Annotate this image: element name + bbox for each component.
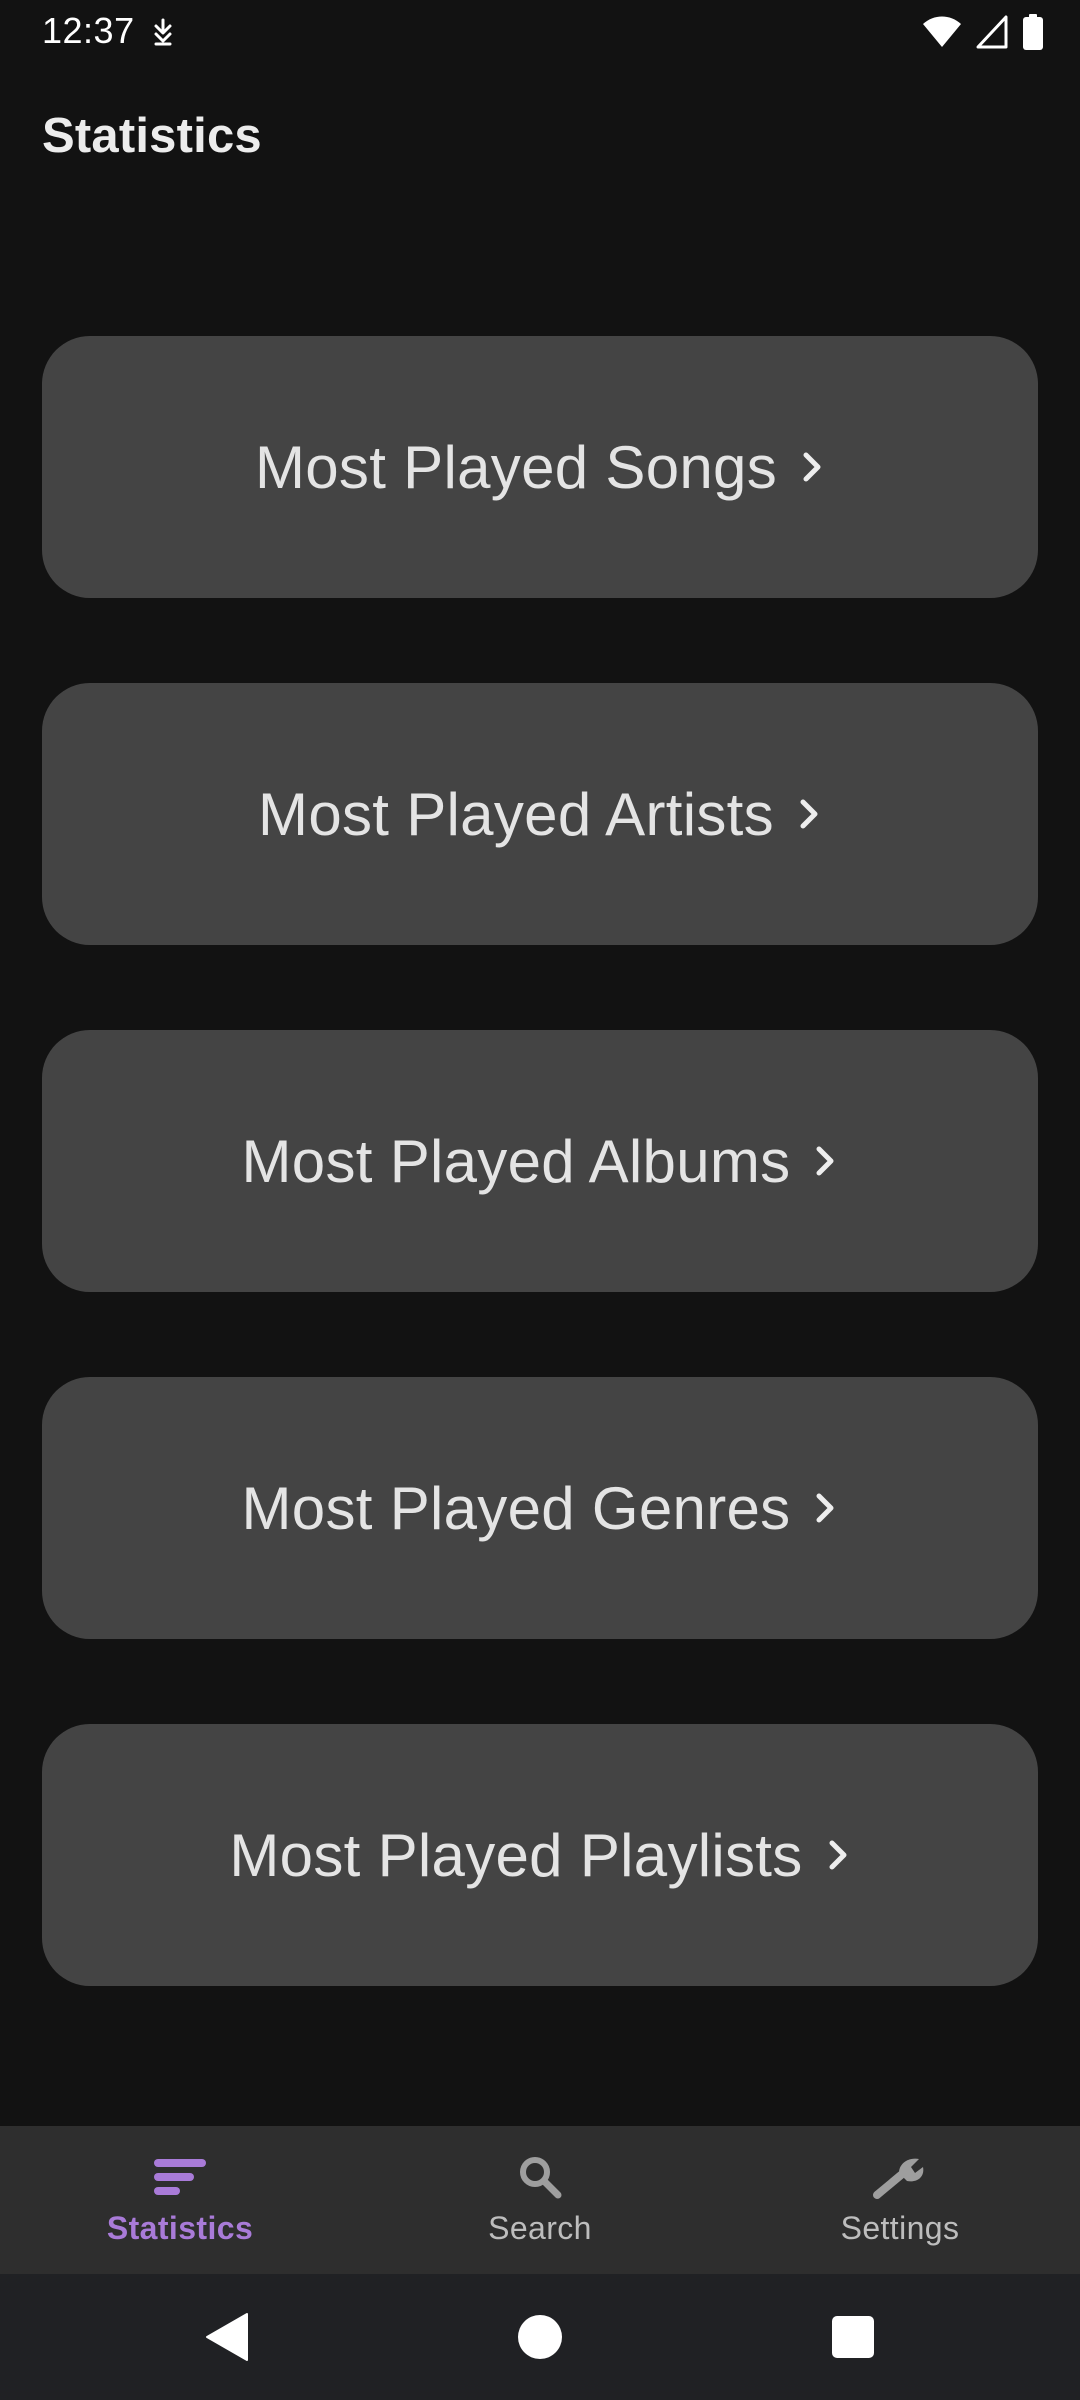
battery-icon — [1023, 14, 1043, 50]
app-screen: 12:37 Statistics Most Played Songs Most … — [0, 0, 1080, 2400]
home-icon[interactable] — [515, 2312, 565, 2362]
chevron-right-icon — [800, 799, 818, 829]
most-played-songs-button[interactable]: Most Played Songs — [42, 336, 1038, 598]
wifi-icon — [923, 16, 961, 47]
most-played-albums-button[interactable]: Most Played Albums — [42, 1030, 1038, 1292]
most-played-genres-button[interactable]: Most Played Genres — [42, 1377, 1038, 1639]
chevron-right-icon — [816, 1493, 834, 1523]
bottom-navigation: Statistics Search Settings — [0, 2126, 1080, 2274]
most-played-playlists-button[interactable]: Most Played Playlists — [42, 1724, 1038, 1986]
card-label: Most Played Genres — [241, 1474, 791, 1542]
sort-lines-icon — [150, 2152, 210, 2202]
back-icon[interactable] — [203, 2312, 253, 2362]
system-navigation-bar — [0, 2274, 1080, 2400]
wrench-icon — [870, 2152, 930, 2202]
card-label: Most Played Songs — [254, 433, 778, 501]
chevron-right-icon — [803, 452, 821, 482]
card-label: Most Played Artists — [258, 780, 774, 848]
recents-icon[interactable] — [828, 2312, 878, 2362]
most-played-artists-button[interactable]: Most Played Artists — [42, 683, 1038, 945]
nav-label: Settings — [840, 2210, 960, 2246]
status-bar: 12:37 — [0, 0, 1080, 64]
nav-item-search[interactable]: Search — [360, 2126, 720, 2274]
status-icons — [922, 14, 1044, 50]
page-title: Statistics — [42, 109, 262, 163]
search-icon — [510, 2152, 570, 2202]
card-label: Most Played Playlists — [229, 1821, 803, 1889]
cellular-signal-icon — [976, 15, 1008, 49]
data-saver-icon — [154, 18, 172, 46]
nav-item-settings[interactable]: Settings — [720, 2126, 1080, 2274]
nav-label: Search — [488, 2210, 592, 2246]
chevron-right-icon — [829, 1840, 847, 1870]
status-time: 12:37 — [42, 10, 135, 51]
card-label: Most Played Albums — [241, 1127, 791, 1195]
nav-item-statistics[interactable]: Statistics — [0, 2126, 360, 2274]
chevron-right-icon — [816, 1146, 834, 1176]
nav-label: Statistics — [106, 2210, 254, 2246]
